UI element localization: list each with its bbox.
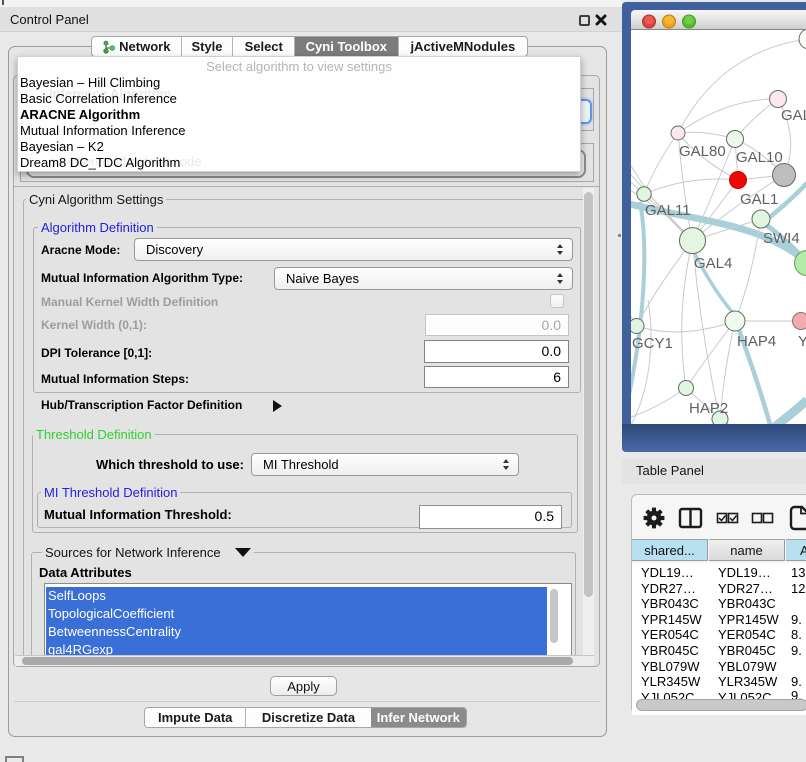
- svg-text:GAL4: GAL4: [694, 255, 732, 272]
- svg-text:GAL10: GAL10: [736, 149, 783, 166]
- svg-text:HAP2: HAP2: [689, 400, 728, 417]
- svg-text:YEL: YEL: [798, 333, 806, 350]
- svg-text:HAP4: HAP4: [737, 333, 776, 350]
- svg-text:SWI4: SWI4: [763, 230, 800, 247]
- svg-text:GAL7: GAL7: [781, 107, 806, 124]
- svg-text:GAL1: GAL1: [740, 191, 778, 208]
- svg-text:GCY1: GCY1: [632, 335, 673, 352]
- svg-text:GAL11: GAL11: [645, 202, 691, 219]
- svg-text:GAL80: GAL80: [679, 143, 726, 160]
